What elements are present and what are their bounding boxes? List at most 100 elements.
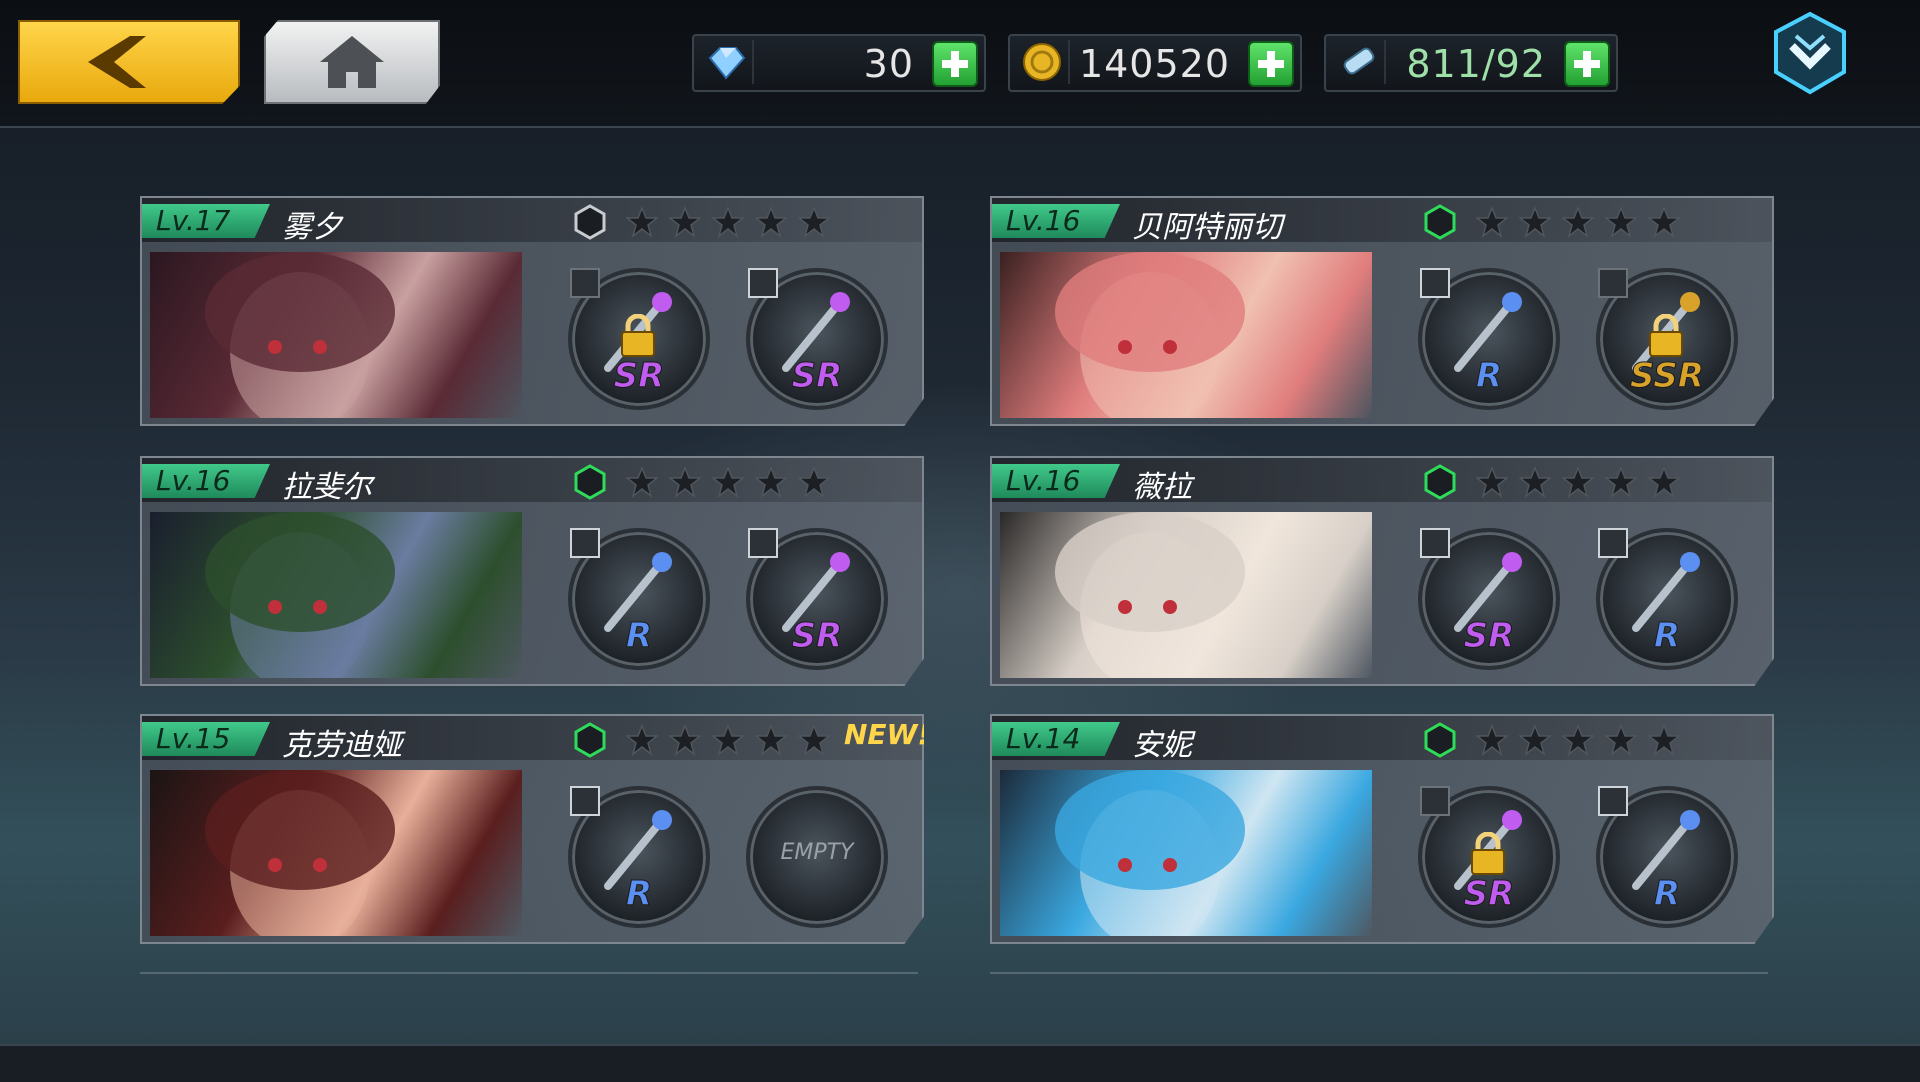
star-icon — [669, 724, 701, 756]
star-icon — [1519, 724, 1551, 756]
level-badge: Lv.16 — [992, 464, 1120, 498]
weapon-slot[interactable]: R — [568, 528, 710, 670]
rarity-label: R — [1653, 616, 1681, 657]
portrait-figure — [205, 770, 395, 936]
add-gems-button[interactable] — [932, 41, 978, 87]
star-icon — [1605, 724, 1637, 756]
menu-button[interactable] — [1770, 10, 1850, 96]
character-portrait — [1000, 770, 1372, 936]
character-card[interactable]: Lv.14 安妮 SR R — [990, 714, 1774, 944]
character-card[interactable]: Lv.16 薇拉 SR R — [990, 456, 1774, 686]
add-gold-button[interactable] — [1248, 41, 1294, 87]
weapon-slot[interactable]: SR — [1418, 786, 1560, 928]
level-badge: Lv.16 — [992, 204, 1120, 238]
rarity-label: R — [1653, 874, 1681, 915]
star-icon — [755, 466, 787, 498]
star-icon — [1562, 724, 1594, 756]
rank-hexagon-icon — [574, 204, 606, 240]
star-icon — [1519, 206, 1551, 238]
divider-left — [140, 972, 918, 974]
rarity-label: R — [625, 616, 653, 657]
weapon-slot[interactable]: R — [568, 786, 710, 928]
level-badge: Lv.14 — [992, 722, 1120, 756]
lock-icon — [1471, 832, 1505, 875]
star-icon — [669, 206, 701, 238]
star-icon — [626, 466, 658, 498]
weapon-slot[interactable]: R — [1596, 786, 1738, 928]
portrait-figure — [205, 252, 395, 418]
weapon-slot[interactable]: SR — [1418, 528, 1560, 670]
rarity-label: SR — [1463, 874, 1515, 915]
star-icon — [1648, 466, 1680, 498]
chevron-down-menu-icon — [1774, 11, 1846, 95]
character-name: 克劳迪娅 — [282, 728, 402, 763]
star-rating — [1476, 206, 1680, 238]
level-badge: Lv.15 — [142, 722, 270, 756]
weapon-slot[interactable]: SSR — [1596, 268, 1738, 410]
star-icon — [1476, 724, 1508, 756]
portrait-figure — [205, 512, 395, 678]
gold-counter: 140520 — [1008, 34, 1302, 92]
character-name: 贝阿特丽切 — [1132, 210, 1282, 245]
weapon-slot[interactable]: R — [1418, 268, 1560, 410]
star-rating — [1476, 466, 1680, 498]
star-icon — [1605, 466, 1637, 498]
gold-count: 140520 — [1078, 42, 1230, 86]
weapon-slot[interactable]: SR — [568, 268, 710, 410]
star-icon — [1476, 206, 1508, 238]
star-rating — [1476, 724, 1680, 756]
character-card[interactable]: Lv.16 拉斐尔 R SR — [140, 456, 924, 686]
gem-icon — [700, 40, 754, 84]
gold-coin-icon — [1016, 40, 1070, 84]
character-portrait — [1000, 512, 1372, 678]
character-name: 雾夕 — [282, 210, 342, 245]
star-rating — [626, 466, 830, 498]
rarity-label: R — [1475, 356, 1503, 397]
character-card[interactable]: Lv.15 克劳迪娅 NEW! R EMPTY — [140, 714, 924, 944]
stamina-count: 811/92 — [1406, 42, 1546, 86]
add-stamina-button[interactable] — [1564, 41, 1610, 87]
top-bar: 30 140520 811/92 — [0, 0, 1920, 128]
character-card[interactable]: Lv.16 贝阿特丽切 R SSR — [990, 196, 1774, 426]
star-icon — [1648, 724, 1680, 756]
star-icon — [1562, 206, 1594, 238]
level-badge: Lv.17 — [142, 204, 270, 238]
weapon-slot[interactable]: R — [1596, 528, 1738, 670]
lock-icon — [1649, 314, 1683, 357]
character-name: 拉斐尔 — [282, 470, 372, 505]
stamina-counter: 811/92 — [1324, 34, 1618, 92]
character-card[interactable]: Lv.17 雾夕 SR SR — [140, 196, 924, 426]
weapon-slot[interactable]: SR — [746, 268, 888, 410]
star-icon — [1605, 206, 1637, 238]
new-badge: NEW! — [844, 718, 931, 751]
character-portrait — [150, 770, 522, 936]
footer-bar — [0, 1044, 1920, 1082]
star-icon — [755, 206, 787, 238]
rarity-label: SR — [791, 356, 843, 397]
rank-hexagon-icon — [1424, 722, 1456, 758]
rarity-label: R — [625, 874, 653, 915]
star-rating — [626, 206, 830, 238]
star-icon — [712, 206, 744, 238]
rank-hexagon-icon — [1424, 464, 1456, 500]
weapon-slot[interactable]: EMPTY — [746, 786, 888, 928]
lock-icon — [621, 314, 655, 357]
rank-hexagon-icon — [574, 722, 606, 758]
character-portrait — [150, 512, 522, 678]
empty-slot-label: EMPTY — [780, 840, 854, 865]
character-name: 薇拉 — [1132, 470, 1192, 505]
star-icon — [1519, 466, 1551, 498]
home-button[interactable] — [264, 20, 440, 104]
star-icon — [626, 724, 658, 756]
portrait-figure — [1055, 770, 1245, 936]
star-icon — [626, 206, 658, 238]
weapon-slot[interactable]: SR — [746, 528, 888, 670]
portrait-figure — [1055, 252, 1245, 418]
character-portrait — [1000, 252, 1372, 418]
rank-hexagon-icon — [1424, 204, 1456, 240]
star-icon — [755, 724, 787, 756]
star-icon — [1648, 206, 1680, 238]
back-arrow-icon — [88, 36, 146, 88]
rarity-label: SR — [613, 356, 665, 397]
back-button[interactable] — [18, 20, 240, 104]
